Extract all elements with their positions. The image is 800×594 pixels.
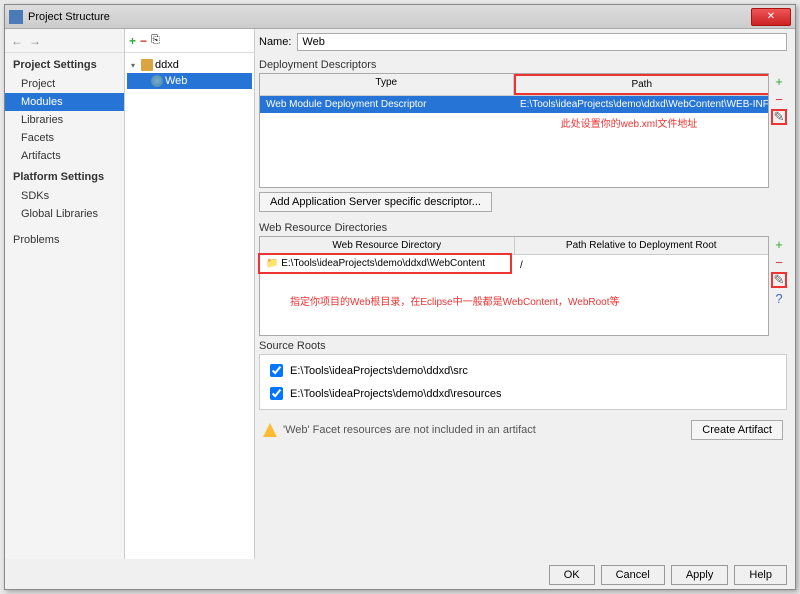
help-button[interactable]: Help — [734, 565, 787, 585]
sidebar-item-modules[interactable]: Modules — [5, 93, 124, 111]
name-label: Name: — [259, 36, 291, 48]
source-root-path: E:\Tools\ideaProjects\demo\ddxd\src — [290, 365, 468, 377]
resource-side-buttons: + − ✎ ? — [771, 236, 787, 336]
sidebar-item-problems[interactable]: Problems — [5, 231, 124, 249]
settings-sidebar: ← → Project Settings Project Modules Lib… — [5, 29, 125, 559]
tree-node-root[interactable]: ▾ ddxd — [127, 57, 252, 73]
source-root-checkbox[interactable] — [270, 364, 283, 377]
back-icon[interactable]: ← — [11, 34, 23, 48]
deployment-side-buttons: + − ✎ — [771, 73, 787, 188]
apply-button[interactable]: Apply — [671, 565, 729, 585]
tree-toolbar: + − ⎘ — [125, 29, 254, 53]
source-root-checkbox[interactable] — [270, 387, 283, 400]
cell-relative: / — [514, 257, 795, 274]
help-icon[interactable]: ? — [771, 290, 787, 306]
copy-icon[interactable]: ⎘ — [151, 34, 160, 47]
folder-icon — [141, 59, 153, 71]
source-root-item[interactable]: E:\Tools\ideaProjects\demo\ddxd\resource… — [264, 382, 782, 405]
expand-icon[interactable]: ▾ — [131, 61, 139, 70]
tree-child-label: Web — [165, 75, 187, 87]
add-descriptor-icon[interactable]: + — [771, 73, 787, 89]
name-row: Name: — [259, 33, 787, 51]
main-panel: Name: Deployment Descriptors Type Path W… — [255, 29, 795, 559]
col-relative-path: Path Relative to Deployment Root — [515, 237, 769, 254]
forward-icon[interactable]: → — [29, 34, 41, 48]
sidebar-item-artifacts[interactable]: Artifacts — [5, 147, 124, 165]
globe-icon — [151, 75, 163, 87]
sidebar-item-libraries[interactable]: Libraries — [5, 111, 124, 129]
col-type: Type — [260, 74, 514, 95]
warning-icon — [263, 423, 277, 437]
deployment-row[interactable]: Web Module Deployment Descriptor E:\Tool… — [260, 96, 768, 113]
cell-path: E:\Tools\ideaProjects\demo\ddxd\WebConte… — [514, 96, 768, 113]
ok-button[interactable]: OK — [549, 565, 595, 585]
sidebar-item-sdks[interactable]: SDKs — [5, 187, 124, 205]
add-server-descriptor-button[interactable]: Add Application Server specific descript… — [259, 192, 492, 212]
app-icon — [9, 10, 23, 24]
source-root-path: E:\Tools\ideaProjects\demo\ddxd\resource… — [290, 388, 502, 400]
dialog-footer: OK Cancel Apply Help — [549, 565, 787, 585]
warning-row: 'Web' Facet resources are not included i… — [259, 416, 787, 444]
resource-row[interactable]: 📁 E:\Tools\ideaProjects\demo\ddxd\WebCon… — [258, 253, 512, 274]
resource-annotation: 指定你项目的Web根目录，在Eclipse中一般都是WebContent，Web… — [260, 291, 768, 310]
cancel-button[interactable]: Cancel — [601, 565, 665, 585]
remove-descriptor-icon[interactable]: − — [771, 91, 787, 107]
deployment-heading: Deployment Descriptors — [259, 59, 787, 71]
remove-icon[interactable]: − — [140, 34, 147, 48]
edit-resource-icon[interactable]: ✎ — [771, 272, 787, 288]
section-platform-settings: Platform Settings — [5, 165, 124, 187]
warning-text: 'Web' Facet resources are not included i… — [283, 424, 685, 436]
module-tree-panel: + − ⎘ ▾ ddxd Web — [125, 29, 255, 559]
window-title: Project Structure — [28, 11, 751, 23]
sidebar-item-project[interactable]: Project — [5, 75, 124, 93]
source-root-item[interactable]: E:\Tools\ideaProjects\demo\ddxd\src — [264, 359, 782, 382]
source-roots-heading: Source Roots — [259, 340, 787, 352]
deployment-annotation: 此处设置你的web.xml文件地址 — [260, 113, 768, 132]
section-project-settings: Project Settings — [5, 53, 124, 75]
add-icon[interactable]: + — [129, 34, 136, 48]
cell-type: Web Module Deployment Descriptor — [260, 96, 514, 113]
deployment-table: Type Path Web Module Deployment Descript… — [259, 73, 769, 188]
resource-heading: Web Resource Directories — [259, 222, 787, 234]
tree-root-label: ddxd — [155, 59, 179, 71]
sidebar-toolbar: ← → — [5, 29, 124, 53]
tree-node-web[interactable]: Web — [127, 73, 252, 89]
sidebar-item-facets[interactable]: Facets — [5, 129, 124, 147]
close-button[interactable]: ✕ — [751, 8, 791, 26]
titlebar: Project Structure ✕ — [5, 5, 795, 29]
edit-descriptor-icon[interactable]: ✎ — [771, 109, 787, 125]
col-path: Path — [514, 74, 769, 95]
name-input[interactable] — [297, 33, 787, 51]
project-structure-window: Project Structure ✕ ← → Project Settings… — [4, 4, 796, 590]
cell-resource-dir: 📁 E:\Tools\ideaProjects\demo\ddxd\WebCon… — [260, 255, 510, 272]
create-artifact-button[interactable]: Create Artifact — [691, 420, 783, 440]
col-resource-dir: Web Resource Directory — [260, 237, 515, 254]
module-tree: ▾ ddxd Web — [125, 53, 254, 93]
add-resource-icon[interactable]: + — [771, 236, 787, 252]
sidebar-item-global-libraries[interactable]: Global Libraries — [5, 205, 124, 223]
source-roots-list: E:\Tools\ideaProjects\demo\ddxd\src E:\T… — [259, 354, 787, 410]
resource-table: Web Resource Directory Path Relative to … — [259, 236, 769, 336]
